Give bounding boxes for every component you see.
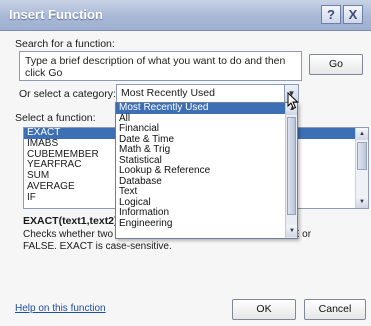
window-title: Insert Function bbox=[9, 7, 103, 22]
category-selected-value: Most Recently Used bbox=[121, 87, 215, 99]
chevron-down-icon[interactable]: ▼ bbox=[286, 225, 297, 237]
category-select[interactable]: Most Recently Used ▼ bbox=[116, 84, 299, 103]
search-label: Search for a function: bbox=[15, 38, 115, 50]
dropdown-option[interactable]: Text bbox=[116, 186, 297, 198]
help-icon: ? bbox=[327, 7, 335, 22]
dropdown-option[interactable]: Engineering bbox=[116, 218, 297, 230]
title-bar: Insert Function ? X bbox=[0, 0, 371, 31]
close-button[interactable]: X bbox=[343, 5, 363, 24]
pointer-cursor-icon bbox=[287, 92, 299, 110]
function-list-scrollbar[interactable]: ▲ ▼ bbox=[355, 128, 368, 208]
category-dropdown-list[interactable]: Most Recently Used All Financial Date & … bbox=[115, 102, 298, 239]
function-list-label: Select a function: bbox=[15, 112, 96, 124]
dropdown-scrollbar[interactable]: ▲ ▼ bbox=[285, 103, 297, 238]
dropdown-option[interactable]: Financial bbox=[116, 123, 297, 135]
go-button[interactable]: Go bbox=[309, 54, 363, 75]
category-label: Or select a category: bbox=[19, 88, 116, 100]
dropdown-option[interactable]: Lookup & Reference bbox=[116, 165, 297, 177]
cancel-button[interactable]: Cancel bbox=[304, 299, 366, 320]
dropdown-option[interactable]: Math & Trig bbox=[116, 144, 297, 156]
help-button[interactable]: ? bbox=[321, 5, 341, 24]
description-line-2: FALSE. EXACT is case-sensitive. bbox=[23, 241, 172, 252]
dropdown-option[interactable]: Information bbox=[116, 207, 297, 219]
chevron-up-icon[interactable]: ▲ bbox=[356, 128, 368, 140]
description-start: Checks whether two t bbox=[23, 229, 119, 240]
help-on-function-link[interactable]: Help on this function bbox=[15, 303, 106, 314]
close-icon: X bbox=[348, 7, 358, 22]
search-input[interactable]: Type a brief description of what you wan… bbox=[19, 51, 302, 81]
chevron-down-icon[interactable]: ▼ bbox=[356, 196, 368, 208]
scrollbar-thumb[interactable] bbox=[357, 142, 367, 170]
function-signature: EXACT(text1,text2) bbox=[23, 215, 118, 227]
dropdown-option[interactable]: Most Recently Used bbox=[116, 103, 297, 114]
ok-button[interactable]: OK bbox=[232, 299, 296, 320]
dropdown-option[interactable]: Database bbox=[116, 176, 297, 188]
scrollbar-thumb[interactable] bbox=[287, 117, 296, 215]
